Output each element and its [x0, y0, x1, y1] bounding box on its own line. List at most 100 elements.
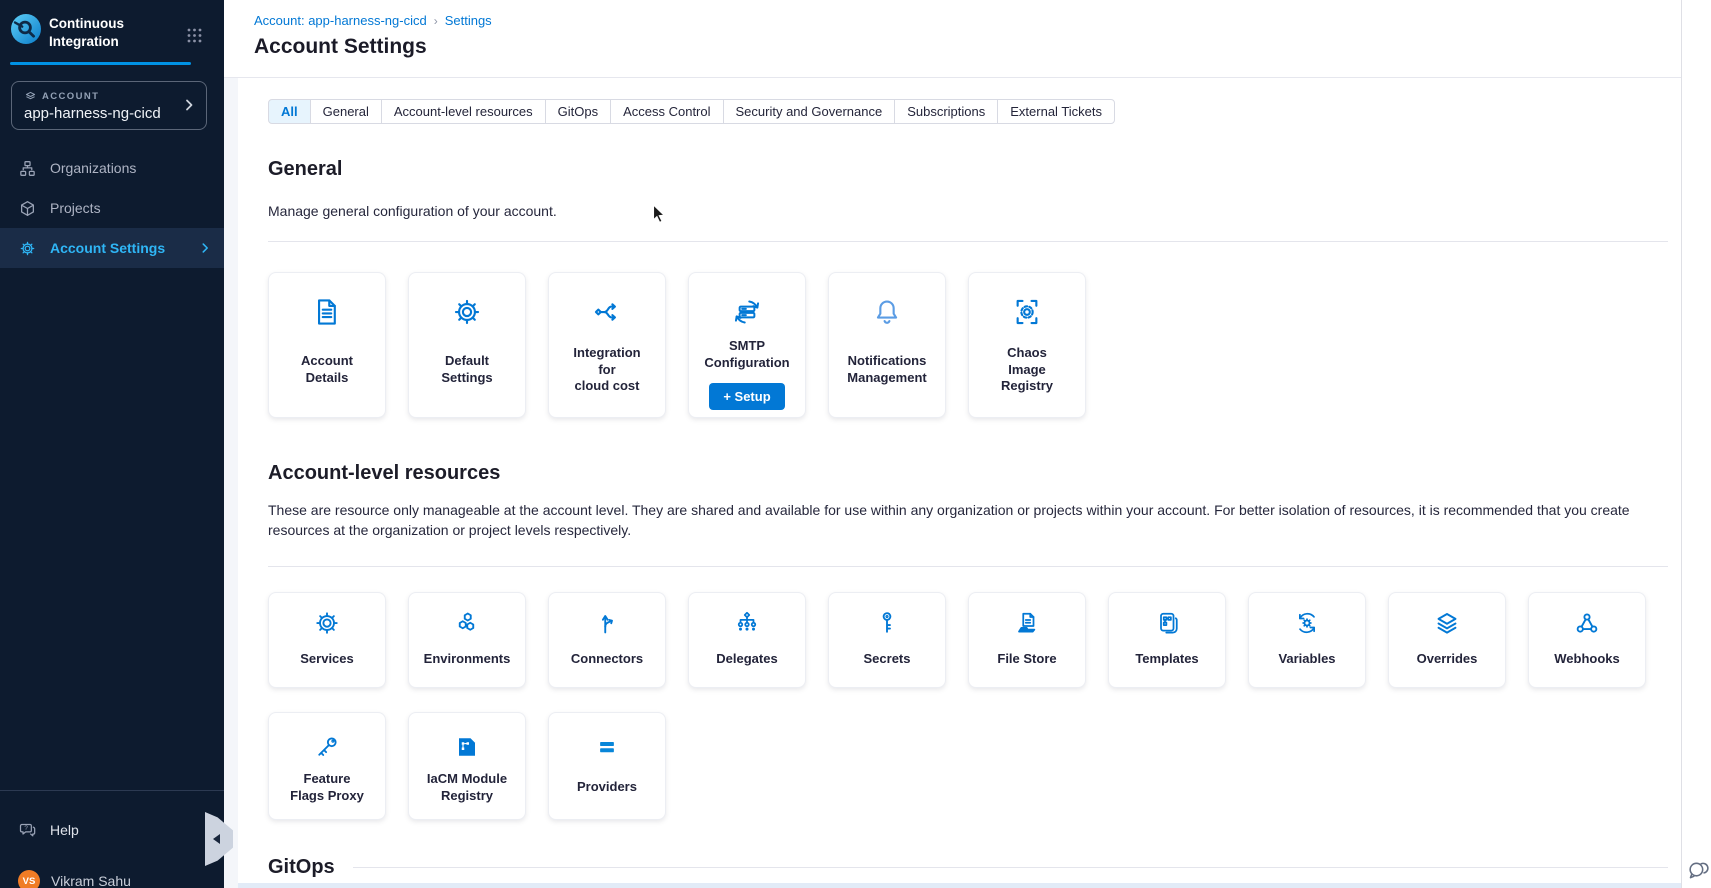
sidebar-item-label: Projects [50, 200, 101, 216]
card-integration-cloud-cost[interactable]: Integration for cloud cost [548, 272, 666, 418]
gitops-section-title: GitOps [268, 856, 335, 879]
fork-arrow-icon [592, 608, 622, 638]
page-title: Account Settings [254, 35, 1681, 59]
gear-icon [450, 295, 484, 329]
right-edge-strip [1681, 0, 1711, 888]
key-icon [872, 608, 902, 638]
card-label: Services [300, 651, 354, 668]
card-secrets[interactable]: Secrets [828, 592, 946, 688]
providers-icon [592, 732, 622, 762]
sidebar-item-account-settings[interactable]: Account Settings [0, 228, 224, 268]
card-label: IaCM Module Registry [427, 771, 507, 805]
collapse-left-arrow-icon [213, 834, 220, 844]
cube-icon [18, 199, 37, 218]
card-label: SMTP Configuration [704, 338, 789, 372]
tab-general[interactable]: General [310, 99, 382, 124]
app-switcher-grid-icon[interactable] [186, 27, 203, 44]
gear-icon [18, 239, 37, 258]
account-name: app-harness-ng-cicd [24, 105, 161, 122]
diagonal-key-icon [312, 732, 342, 762]
product-title: Continuous Integration [49, 15, 161, 50]
help-chat-icon: ? [18, 820, 38, 840]
tab-external-tickets[interactable]: External Tickets [997, 99, 1115, 124]
webhook-icon [1572, 608, 1602, 638]
tab-account-level-resources[interactable]: Account-level resources [381, 99, 546, 124]
section-divider [268, 241, 1668, 242]
card-iacm-module-registry[interactable]: IaCM Module Registry [408, 712, 526, 820]
support-chat-icon[interactable] [1686, 856, 1711, 881]
tab-access-control[interactable]: Access Control [610, 99, 723, 124]
svg-text:?: ? [24, 825, 28, 832]
tab-all[interactable]: All [268, 99, 311, 124]
general-section-title: General [268, 158, 342, 181]
section-divider [268, 566, 1668, 567]
breadcrumb-separator-icon: › [434, 14, 438, 28]
smtp-server-icon [730, 295, 764, 329]
avatar: VS [18, 870, 40, 888]
chevron-right-icon [198, 241, 212, 255]
page-header: Account: app-harness-ng-cicd › Settings … [224, 0, 1681, 78]
card-delegates[interactable]: Delegates [688, 592, 806, 688]
card-label: Chaos Image Registry [1001, 345, 1053, 396]
card-label: Providers [577, 779, 637, 796]
file-store-icon [1012, 608, 1042, 638]
card-feature-flags-proxy[interactable]: Feature Flags Proxy [268, 712, 386, 820]
harness-ci-logo-icon[interactable] [10, 13, 42, 45]
card-label: Templates [1135, 651, 1198, 668]
tab-subscriptions[interactable]: Subscriptions [894, 99, 998, 124]
card-chaos-image-registry[interactable]: Chaos Image Registry [968, 272, 1086, 418]
card-label: Environments [424, 651, 511, 668]
breadcrumb-account-link[interactable]: Account: app-harness-ng-cicd [254, 13, 427, 28]
user-name: Vikram Sahu [51, 873, 131, 888]
card-label: Feature Flags Proxy [290, 771, 364, 805]
user-profile[interactable]: VS Vikram Sahu [0, 866, 224, 888]
resources-section-description: These are resource only manageable at th… [268, 500, 1663, 541]
card-overrides[interactable]: Overrides [1388, 592, 1506, 688]
breadcrumb-settings-link[interactable]: Settings [445, 13, 492, 28]
card-label: Variables [1278, 651, 1335, 668]
bell-icon [870, 295, 904, 329]
help-button[interactable]: ? Help [0, 815, 224, 845]
general-section-description: Manage general configuration of your acc… [268, 201, 557, 221]
next-section-edge [238, 883, 1681, 888]
card-connectors[interactable]: Connectors [548, 592, 666, 688]
card-label: Integration for cloud cost [573, 345, 640, 396]
card-label: Overrides [1417, 651, 1478, 668]
card-file-store[interactable]: File Store [968, 592, 1086, 688]
card-account-details[interactable]: Account Details [268, 272, 386, 418]
card-templates[interactable]: Templates [1108, 592, 1226, 688]
account-selector-label: ACCOUNT [42, 91, 99, 102]
card-label: Notifications Management [847, 353, 926, 387]
card-variables[interactable]: Variables [1248, 592, 1366, 688]
account-selector[interactable]: ACCOUNT app-harness-ng-cicd [11, 81, 207, 130]
chaos-registry-icon [1010, 295, 1044, 329]
card-services[interactable]: Services [268, 592, 386, 688]
card-label: Default Settings [441, 353, 492, 387]
branch-flow-icon [590, 295, 624, 329]
smtp-setup-button[interactable]: + Setup [709, 383, 784, 410]
chevron-right-icon [181, 97, 197, 113]
card-webhooks[interactable]: Webhooks [1528, 592, 1646, 688]
card-notifications-management[interactable]: Notifications Management [828, 272, 946, 418]
card-smtp-configuration[interactable]: SMTP Configuration + Setup [688, 272, 806, 418]
breadcrumb: Account: app-harness-ng-cicd › Settings [254, 13, 1681, 28]
card-label: Account Details [301, 353, 353, 387]
org-tree-icon [732, 608, 762, 638]
general-cards-row: Account Details Default Settings [268, 272, 1086, 418]
sidebar-item-projects[interactable]: Projects [0, 188, 224, 228]
module-divider [10, 62, 191, 65]
card-label: Webhooks [1554, 651, 1620, 668]
sidebar-item-organizations[interactable]: Organizations [0, 148, 224, 188]
tab-gitops[interactable]: GitOps [545, 99, 611, 124]
tab-security-and-governance[interactable]: Security and Governance [723, 99, 896, 124]
settings-tab-bar: All General Account-level resources GitO… [268, 99, 1115, 124]
product-header: Continuous Integration [10, 13, 161, 50]
card-providers[interactable]: Providers [548, 712, 666, 820]
card-label: File Store [997, 651, 1056, 668]
hexagons-icon [452, 608, 482, 638]
card-default-settings[interactable]: Default Settings [408, 272, 526, 418]
layers-icon [1432, 608, 1462, 638]
module-registry-icon [452, 732, 482, 762]
card-environments[interactable]: Environments [408, 592, 526, 688]
sidebar-item-label: Account Settings [50, 240, 165, 256]
